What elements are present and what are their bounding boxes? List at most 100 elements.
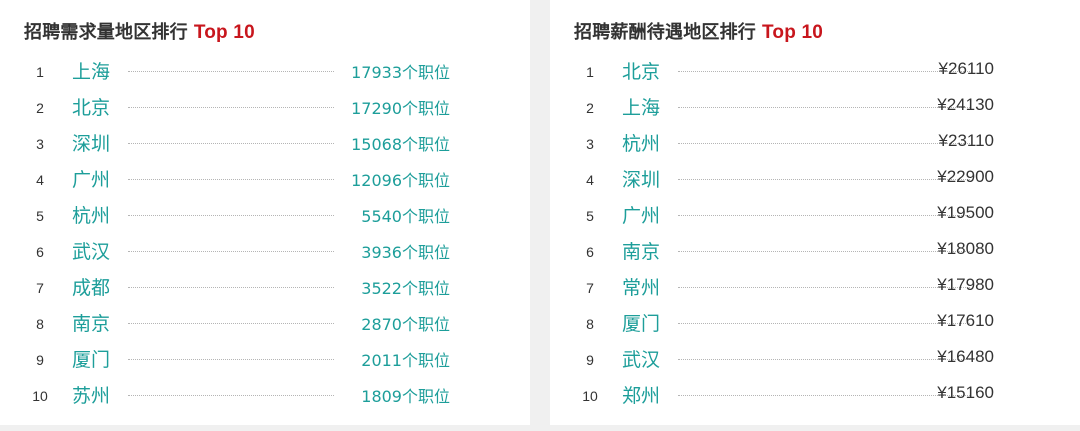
demand-ranking-top10-badge: Top 10 <box>193 22 255 43</box>
rank-number: 4 <box>36 172 44 188</box>
dotted-leader <box>678 359 970 360</box>
rank-number: 7 <box>36 280 44 296</box>
city-link[interactable]: 武汉 <box>72 237 110 264</box>
rank-number: 5 <box>586 208 594 224</box>
job-count: 1809个职位 <box>361 387 450 406</box>
salary-value: ¥17980 <box>937 275 994 294</box>
dotted-leader <box>128 323 334 324</box>
rank-number: 6 <box>586 244 594 260</box>
rank-number: 6 <box>36 244 44 260</box>
salary-ranking-title-text: 招聘薪酬待遇地区排行 <box>574 22 756 43</box>
city-link[interactable]: 南京 <box>622 237 660 264</box>
ranking-row: 6 武汉 3936个职位 <box>0 233 530 269</box>
ranking-row: 1 北京 ¥26110 <box>550 53 1080 89</box>
ranking-row: 7 成都 3522个职位 <box>0 269 530 305</box>
dotted-leader <box>678 215 970 216</box>
job-count: 3522个职位 <box>361 279 450 298</box>
demand-ranking-title-text: 招聘需求量地区排行 <box>24 22 188 43</box>
salary-ranking-panel: 招聘薪酬待遇地区排行 Top 10 1 北京 ¥26110 2 上海 ¥24130… <box>550 0 1080 425</box>
city-link[interactable]: 北京 <box>72 93 110 120</box>
dotted-leader <box>128 179 334 180</box>
city-link[interactable]: 厦门 <box>72 345 110 372</box>
job-count: 5540个职位 <box>361 207 450 226</box>
dotted-leader <box>128 215 334 216</box>
rank-number: 10 <box>32 388 48 404</box>
rank-number: 2 <box>586 100 594 116</box>
city-link[interactable]: 深圳 <box>622 165 660 192</box>
ranking-row: 10 郑州 ¥15160 <box>550 377 1080 413</box>
job-count: 2011个职位 <box>361 351 450 370</box>
ranking-row: 3 杭州 ¥23110 <box>550 125 1080 161</box>
salary-ranking-list: 1 北京 ¥26110 2 上海 ¥24130 3 杭州 ¥23110 4 深圳… <box>550 53 1080 413</box>
rank-number: 9 <box>586 352 594 368</box>
rank-number: 8 <box>36 316 44 332</box>
job-count: 2870个职位 <box>361 315 450 334</box>
dotted-leader <box>128 107 334 108</box>
city-link[interactable]: 常州 <box>622 273 660 300</box>
city-link[interactable]: 武汉 <box>622 345 660 372</box>
ranking-row: 8 厦门 ¥17610 <box>550 305 1080 341</box>
salary-ranking-top10-badge: Top 10 <box>762 22 824 43</box>
city-link[interactable]: 厦门 <box>622 309 660 336</box>
rank-number: 1 <box>36 64 44 80</box>
city-link[interactable]: 南京 <box>72 309 110 336</box>
salary-value: ¥22900 <box>937 167 994 186</box>
city-link[interactable]: 广州 <box>622 201 660 228</box>
dotted-leader <box>678 143 970 144</box>
dotted-leader <box>128 395 334 396</box>
city-link[interactable]: 郑州 <box>622 381 660 408</box>
rank-number: 8 <box>586 316 594 332</box>
job-count: 15068个职位 <box>351 135 450 154</box>
rank-number: 1 <box>586 64 594 80</box>
rank-number: 5 <box>36 208 44 224</box>
job-count: 12096个职位 <box>351 171 450 190</box>
ranking-row: 5 杭州 5540个职位 <box>0 197 530 233</box>
city-link[interactable]: 上海 <box>72 57 110 84</box>
dotted-leader <box>128 71 334 72</box>
salary-value: ¥17610 <box>937 311 994 330</box>
salary-value: ¥26110 <box>938 59 994 78</box>
ranking-row: 4 广州 12096个职位 <box>0 161 530 197</box>
salary-value: ¥16480 <box>937 347 994 366</box>
demand-ranking-panel: 招聘需求量地区排行 Top 10 1 上海 17933个职位 2 北京 17290… <box>0 0 530 425</box>
city-link[interactable]: 北京 <box>622 57 660 84</box>
job-count: 17290个职位 <box>351 99 450 118</box>
job-count: 17933个职位 <box>351 63 450 82</box>
city-link[interactable]: 深圳 <box>72 129 110 156</box>
dotted-leader <box>128 359 334 360</box>
city-link[interactable]: 杭州 <box>622 129 660 156</box>
rank-number: 9 <box>36 352 44 368</box>
salary-value: ¥23110 <box>938 131 994 150</box>
dotted-leader <box>678 395 970 396</box>
ranking-row: 2 北京 17290个职位 <box>0 89 530 125</box>
salary-value: ¥18080 <box>937 239 994 258</box>
ranking-row: 1 上海 17933个职位 <box>0 53 530 89</box>
city-link[interactable]: 上海 <box>622 93 660 120</box>
city-link[interactable]: 杭州 <box>72 201 110 228</box>
dotted-leader <box>678 179 970 180</box>
rank-number: 3 <box>586 136 594 152</box>
salary-ranking-title: 招聘薪酬待遇地区排行 Top 10 <box>574 18 823 44</box>
ranking-row: 3 深圳 15068个职位 <box>0 125 530 161</box>
job-count: 3936个职位 <box>361 243 450 262</box>
ranking-row: 9 武汉 ¥16480 <box>550 341 1080 377</box>
ranking-row: 8 南京 2870个职位 <box>0 305 530 341</box>
rank-number: 2 <box>36 100 44 116</box>
rank-number: 4 <box>586 172 594 188</box>
ranking-row: 4 深圳 ¥22900 <box>550 161 1080 197</box>
rank-number: 10 <box>582 388 598 404</box>
salary-value: ¥24130 <box>937 95 994 114</box>
city-link[interactable]: 广州 <box>72 165 110 192</box>
city-link[interactable]: 苏州 <box>72 381 110 408</box>
dotted-leader <box>678 107 970 108</box>
dotted-leader <box>128 251 334 252</box>
dotted-leader <box>678 71 970 72</box>
rank-number: 3 <box>36 136 44 152</box>
demand-ranking-title: 招聘需求量地区排行 Top 10 <box>24 18 255 44</box>
ranking-row: 7 常州 ¥17980 <box>550 269 1080 305</box>
dotted-leader <box>678 287 970 288</box>
demand-ranking-list: 1 上海 17933个职位 2 北京 17290个职位 3 深圳 15068个职… <box>0 53 530 413</box>
city-link[interactable]: 成都 <box>72 273 110 300</box>
dotted-leader <box>128 287 334 288</box>
dotted-leader <box>678 323 970 324</box>
